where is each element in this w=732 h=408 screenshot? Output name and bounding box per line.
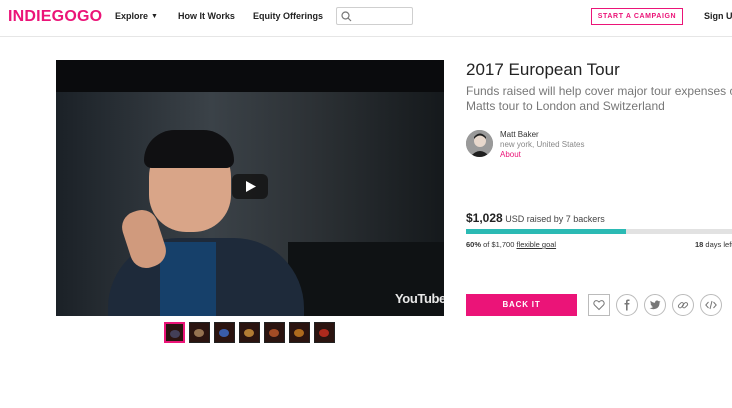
gallery-thumbnails [164, 322, 335, 343]
days-left: 18 days left [695, 240, 732, 249]
campaign-tagline-line-2: Matts tour to London and Switzerland [466, 99, 665, 113]
top-nav-bar: INDIEGOGO Explore ▼ How It Works Equity O… [0, 0, 732, 37]
campaign-video-player[interactable]: YouTube [56, 60, 444, 316]
search-icon [341, 11, 352, 22]
progress-bar [466, 229, 732, 234]
back-it-button[interactable]: BACK IT [466, 294, 577, 316]
search-input[interactable] [357, 10, 413, 24]
indiegogo-logo[interactable]: INDIEGOGO [8, 8, 102, 26]
owner-location: new york, United States [500, 140, 585, 149]
funds-raised: $1,028 USD raised by 7 backers [466, 211, 605, 225]
progress-bar-fill [466, 229, 626, 234]
owner-about-link[interactable]: About [500, 150, 521, 159]
video-person-shirt [160, 242, 216, 316]
youtube-logo[interactable]: YouTube [395, 291, 444, 306]
heart-icon [593, 300, 605, 311]
copy-link-button[interactable] [672, 294, 694, 316]
embed-icon [705, 300, 717, 310]
search-box[interactable] [336, 7, 413, 25]
gallery-thumbnail[interactable] [164, 322, 185, 343]
nav-explore[interactable]: Explore ▼ [115, 11, 158, 21]
gallery-thumbnail[interactable] [239, 322, 260, 343]
funds-raised-text: USD raised by 7 backers [502, 214, 605, 224]
owner-avatar-image [466, 130, 493, 157]
video-frame [56, 92, 444, 316]
campaign-tagline-line-1: Funds raised will help cover major tour … [466, 84, 732, 98]
flexible-goal-link[interactable]: flexible goal [516, 240, 556, 249]
play-icon [246, 181, 256, 192]
play-button[interactable] [232, 174, 268, 199]
owner-name[interactable]: Matt Baker [500, 130, 539, 139]
days-left-text: days left [703, 240, 732, 249]
campaign-tagline: Funds raised will help cover major tour … [466, 84, 732, 114]
gallery-thumbnail[interactable] [264, 322, 285, 343]
campaign-title: 2017 European Tour [466, 60, 620, 79]
facebook-icon [624, 299, 630, 311]
twitter-share-button[interactable] [644, 294, 666, 316]
nav-explore-label: Explore [115, 11, 149, 21]
funds-raised-amount: $1,028 [466, 211, 503, 225]
gallery-thumbnail[interactable] [289, 322, 310, 343]
twitter-icon [649, 300, 661, 310]
follow-button[interactable] [588, 294, 610, 316]
embed-button[interactable] [700, 294, 722, 316]
gallery-thumbnail[interactable] [314, 322, 335, 343]
owner-avatar[interactable] [466, 130, 493, 157]
link-icon [677, 302, 689, 309]
gallery-thumbnail[interactable] [214, 322, 235, 343]
sign-up-link[interactable]: Sign Up [704, 11, 732, 21]
percent-funded: 60% [466, 240, 482, 249]
start-campaign-button[interactable]: START A CAMPAIGN [591, 8, 683, 25]
goal-amount-text: of $1,700 [481, 240, 517, 249]
nav-how-it-works[interactable]: How It Works [178, 11, 235, 21]
funding-goal-status: 60% of $1,700 flexible goal [466, 240, 556, 249]
nav-equity-offerings[interactable]: Equity Offerings [253, 11, 323, 21]
video-person-hair [144, 130, 234, 168]
gallery-thumbnail[interactable] [189, 322, 210, 343]
chevron-down-icon: ▼ [151, 13, 158, 20]
facebook-share-button[interactable] [616, 294, 638, 316]
